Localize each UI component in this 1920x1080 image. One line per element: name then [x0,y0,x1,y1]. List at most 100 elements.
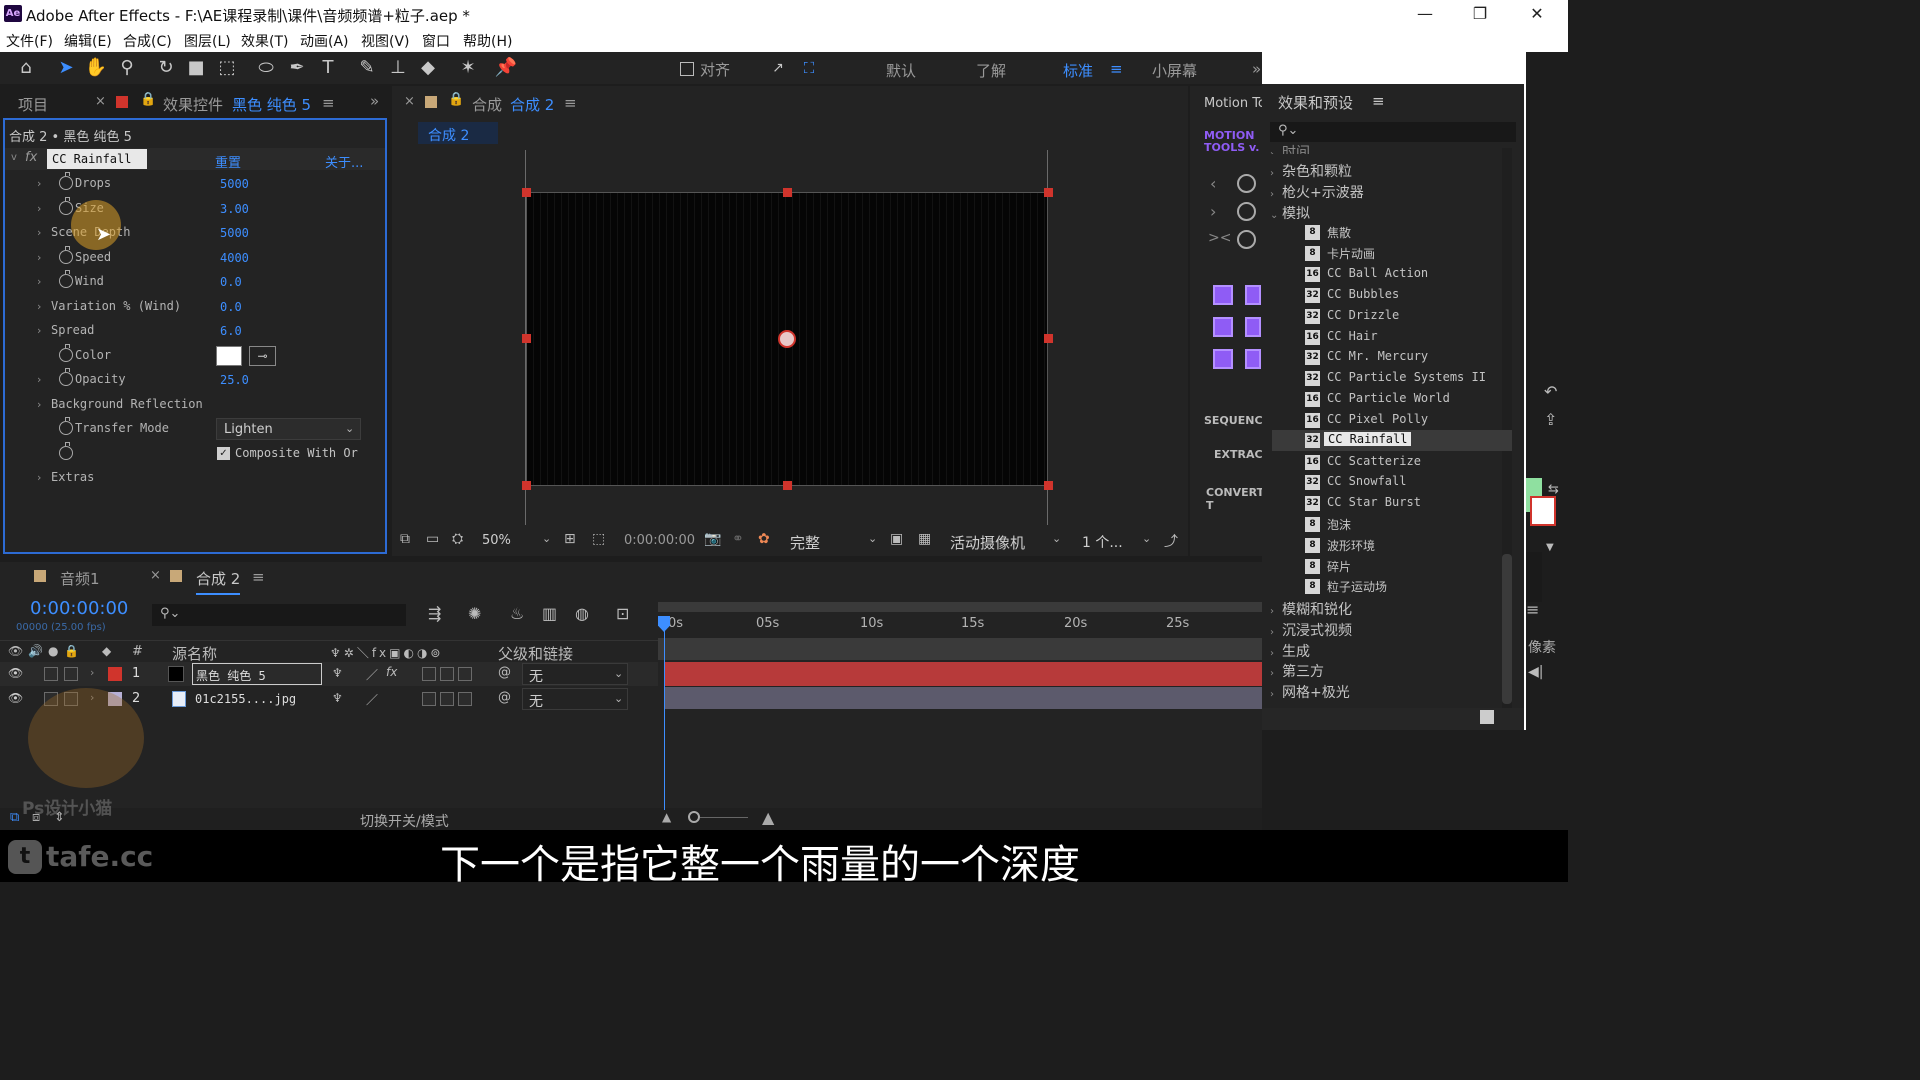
chevron-left-icon[interactable]: ‹ [1210,174,1216,193]
mask-view-icon[interactable]: ⛭ [452,531,463,547]
eye-icon[interactable]: 👁 [8,666,23,680]
effects-category-grid-aurora[interactable]: › 网格+极光 [1270,682,1350,702]
zoom-slider-track[interactable] [700,817,748,818]
selection-tool-icon[interactable]: ➤ [54,56,78,80]
pick-whip-icon[interactable]: @ [498,690,511,705]
effect-item[interactable]: 32 CC Bubbles [1272,285,1512,306]
workspace-learn[interactable]: 了解 [976,60,1006,81]
effect-item[interactable]: 16 CC Scatterize [1272,452,1512,473]
camera-select[interactable]: 活动摄像机 [950,532,1025,553]
expand-arrow-icon[interactable]: › [37,471,41,484]
stopwatch-icon[interactable] [59,270,73,288]
shy-switch-icon[interactable]: ♆ [332,691,343,705]
tab-project[interactable]: 项目 [18,94,48,115]
panel-overflow-icon[interactable]: » [370,92,379,110]
expand-arrow-icon[interactable]: › [37,398,41,411]
effect-item[interactable]: 32 CC Snowfall [1272,472,1512,493]
comp-viewer[interactable] [392,150,1188,525]
expand-arrow-icon[interactable]: › [37,202,41,215]
sequence-label[interactable]: SEQUENCI [1204,414,1267,427]
param-row-composite[interactable]: ✓ Composite With Or [5,442,385,467]
param-row-variation-wind[interactable]: › Variation % (Wind) 0.0 [5,296,385,320]
expand-arrow-icon[interactable]: › [37,226,41,239]
playhead-line[interactable] [664,620,665,810]
close-tab-icon[interactable]: × [95,94,106,109]
effects-category-third-party[interactable]: › 第三方 [1270,661,1324,681]
stopwatch-icon[interactable] [59,442,73,460]
tab-effect-controls[interactable]: 效果控件 [163,94,223,115]
pan-behind-tool-icon[interactable]: ⬚ [215,56,239,80]
effect-item[interactable]: 32 CC Drizzle [1272,306,1512,327]
channel-icon[interactable]: ✿ [758,531,770,547]
workspace-menu-icon[interactable]: ≡ [1110,60,1123,78]
camera-tool-icon[interactable]: ■ [184,56,208,80]
work-area-bar[interactable] [658,602,1262,612]
convert-label[interactable]: CONVERT T [1206,486,1270,512]
transform-handle[interactable] [1044,481,1053,490]
zoom-tool-icon[interactable]: ⚲ [115,56,139,80]
menu-effect[interactable]: 效果(T) [241,31,288,51]
param-row-transfer-mode[interactable]: Transfer Mode Lighten ⌄ [5,417,385,442]
shy-layers-icon[interactable]: ♨ [510,604,524,623]
effect-item[interactable]: 8 波形环境 [1272,535,1512,556]
lock-icon[interactable]: 🔒 [140,92,156,107]
effect-item[interactable]: 8 碎片 [1272,556,1512,577]
transform-handle[interactable] [1044,334,1053,343]
transform-handle[interactable] [522,481,531,490]
anchor-tc-button[interactable] [1245,285,1261,305]
audio-icon[interactable]: 🔊 [28,644,43,658]
tab-comp2[interactable]: 合成 2 [196,568,241,595]
anchor-bc-button[interactable] [1245,349,1261,369]
effect-item[interactable]: 16 CC Particle World [1272,389,1512,410]
zoom-in-icon[interactable]: ▲ [762,808,774,827]
switch-box[interactable] [440,667,454,681]
comp-flowchart-icon[interactable]: ⇶ [428,604,441,623]
expand-arrow-icon[interactable]: › [37,251,41,264]
fx-switch-icon[interactable]: fx [386,665,397,679]
effect-controls-layer-name[interactable]: 黑色 纯色 5 [232,94,311,115]
anchor-tl-button[interactable] [1213,285,1233,305]
eye-icon[interactable]: 👁 [8,644,23,658]
panel-menu-icon[interactable]: ≡ [564,94,577,112]
fit-icon[interactable]: ⊞ [564,531,576,547]
restore-button[interactable]: ❐ [1457,3,1503,25]
param-value[interactable]: 25.0 [220,373,249,387]
effects-category-generate[interactable]: › 生成 [1270,641,1310,661]
panel-menu-icon[interactable]: ≡ [252,568,265,586]
comp-timecode[interactable]: 0:00:00:00 [624,533,695,548]
stopwatch-icon[interactable] [59,368,73,386]
stopwatch-icon[interactable] [59,344,73,362]
text-tool-icon[interactable]: T [316,56,340,80]
param-row-drops[interactable]: › Drops 5000 [5,172,385,197]
snapshot-icon[interactable]: 📷 [704,531,721,547]
close-button[interactable]: ✕ [1514,3,1560,25]
swap-colors-icon[interactable]: ⇆ [1548,482,1559,497]
menu-layer[interactable]: 图层(L) [184,31,231,51]
transform-handle[interactable] [783,188,792,197]
menu-animation[interactable]: 动画(A) [300,31,349,51]
graph-editor-icon[interactable]: ⊡ [616,604,629,623]
toggle-switches-modes[interactable]: 切换开关/模式 [360,811,449,831]
pen-tool-icon[interactable]: ✒ [285,56,309,80]
effect-item[interactable]: 16 CC Ball Action [1272,264,1512,285]
param-row-color[interactable]: Color ⊸ [5,344,385,369]
effect-item[interactable]: 16 CC Pixel Polly [1272,410,1512,431]
panel-menu-icon[interactable]: ≡ [1372,92,1385,110]
hand-tool-icon[interactable]: ✋ [84,56,108,80]
param-value[interactable]: 5000 [220,226,249,240]
menu-composition[interactable]: 合成(C) [123,31,172,51]
menu-view[interactable]: 视图(V) [361,31,410,51]
frame-blending-icon[interactable]: ▥ [542,604,557,623]
switch-box[interactable] [440,692,454,706]
marker-icon[interactable]: ◀| [1528,664,1543,680]
parent-select[interactable]: 无 [522,663,628,685]
menu-file[interactable]: 文件(F) [6,31,53,51]
quality-switch-icon[interactable]: ／ [366,666,378,683]
fx-icon[interactable]: fx [25,150,37,165]
ease-icon[interactable]: >< [1208,230,1231,246]
export-icon[interactable]: ⇪ [1544,410,1557,429]
anchor-bl-button[interactable] [1213,349,1233,369]
layer-row[interactable]: 👁 › 1 黑色 纯色 5 ♆ ／ fx @ 无 ⌄ [0,662,658,686]
keyframe-in-icon[interactable] [1237,174,1256,193]
about-link[interactable]: 关于... [325,152,363,171]
